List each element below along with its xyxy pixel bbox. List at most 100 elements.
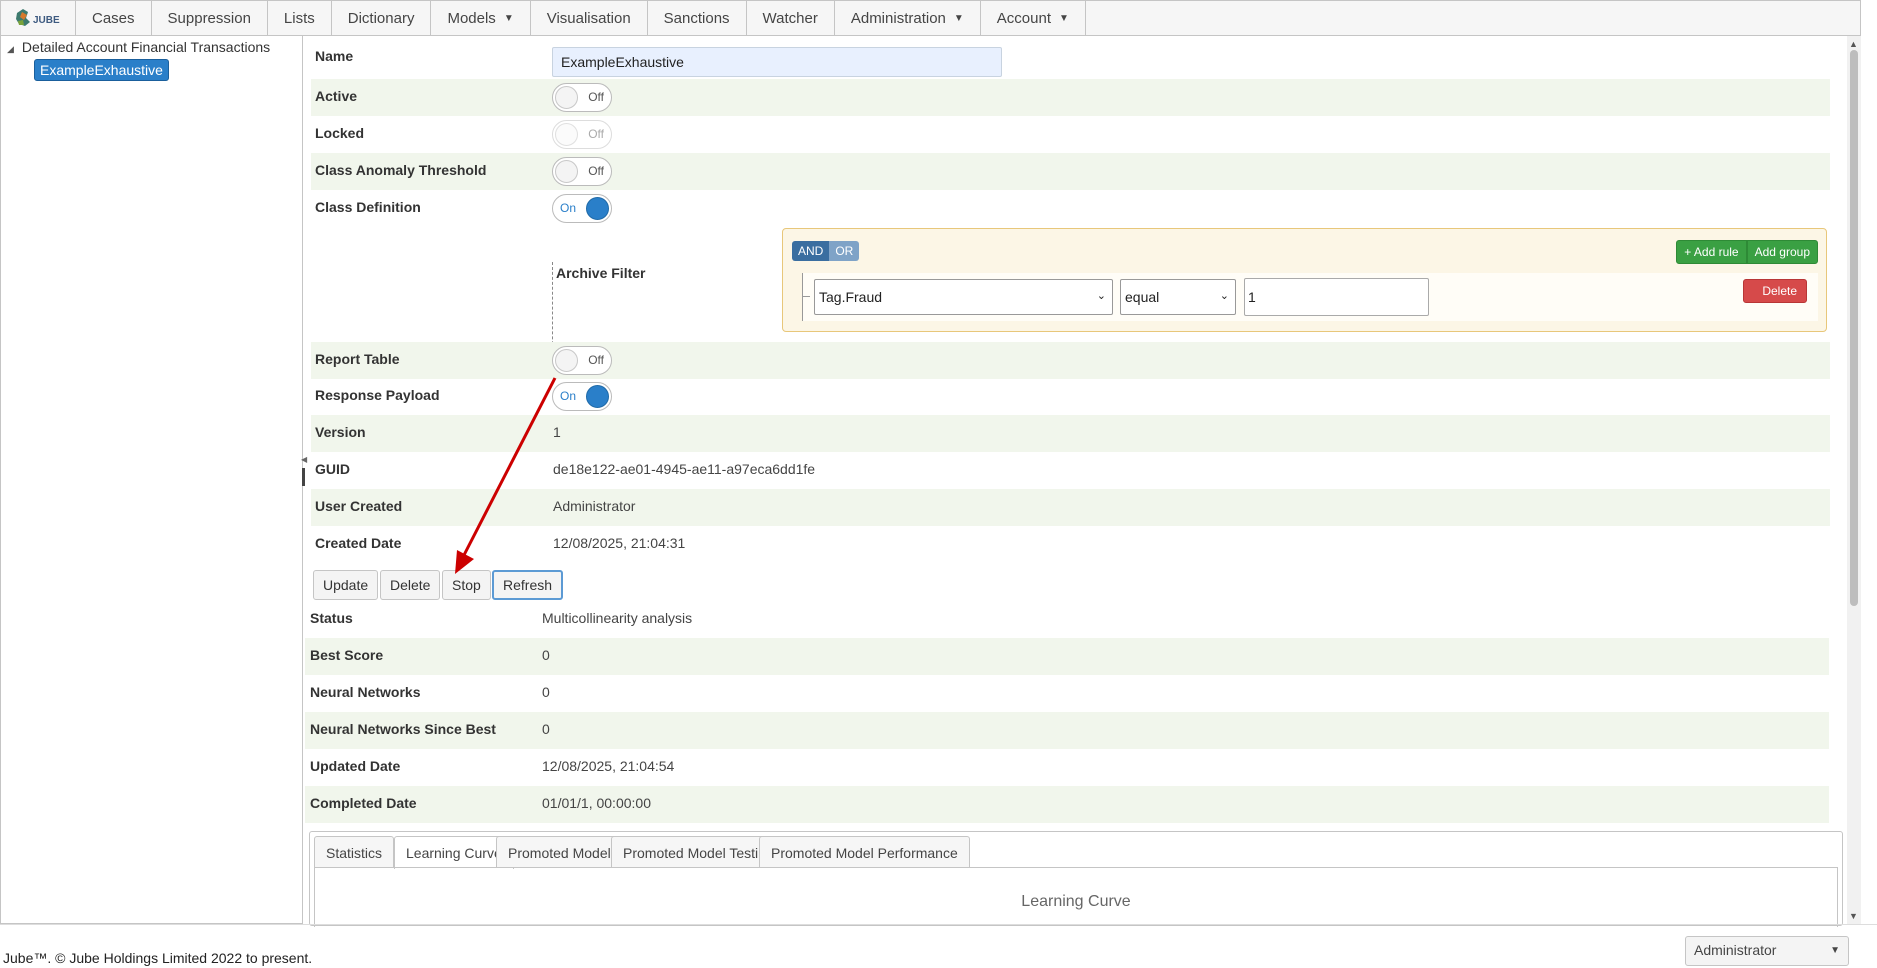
update-button[interactable]: Update xyxy=(313,570,379,600)
menu-visualisation[interactable]: Visualisation xyxy=(531,1,648,35)
archive-filter-label: Archive Filter xyxy=(556,265,646,281)
and-button[interactable]: AND xyxy=(792,241,830,261)
model-tree: ◢ Detailed Account Financial Transactions… xyxy=(0,36,303,924)
menu-label: Cases xyxy=(92,9,135,27)
menu-watcher[interactable]: Watcher xyxy=(747,1,835,35)
condition-toggle: AND OR xyxy=(792,241,860,261)
menu-label: Sanctions xyxy=(663,9,730,27)
tab-label: Statistics xyxy=(326,844,383,861)
rule-field-value: Tag.Fraud xyxy=(819,289,883,305)
results-tabs: Statistics Learning Curve Promoted Model… xyxy=(309,831,1843,927)
user-name: Administrator xyxy=(1694,942,1777,958)
menu-account[interactable]: Account ▼ xyxy=(981,1,1086,35)
locked-row: Locked Off xyxy=(311,116,1830,153)
rule-connector xyxy=(802,273,810,297)
locked-label: Locked xyxy=(315,125,365,141)
rule-delete-button[interactable]: Delete xyxy=(1743,279,1807,303)
tab-promoted-models[interactable]: Promoted Models xyxy=(496,836,630,868)
refresh-button[interactable]: Refresh xyxy=(492,570,564,600)
jube-logo[interactable]: JUBE xyxy=(1,1,76,35)
menu-models[interactable]: Models ▼ xyxy=(431,1,531,35)
menu-label: Visualisation xyxy=(546,9,631,27)
tab-statistics[interactable]: Statistics xyxy=(314,836,395,868)
tab-label: Promoted Models xyxy=(508,844,618,861)
tree-root-node[interactable]: ◢ Detailed Account Financial Transactions xyxy=(7,39,270,55)
toggle-knob xyxy=(555,123,578,146)
jube-logo-icon: JUBE xyxy=(16,9,60,26)
toggle-knob xyxy=(555,86,578,109)
name-label: Name xyxy=(315,48,354,64)
menu-label: Watcher xyxy=(762,9,818,27)
class-definition-label: Class Definition xyxy=(315,199,421,215)
toggle-knob xyxy=(586,197,609,220)
footer: Jube™. © Jube Holdings Limited 2022 to p… xyxy=(0,924,1877,968)
tree-expand-icon[interactable]: ◢ xyxy=(7,44,14,55)
menu-label: Suppression xyxy=(167,9,251,27)
rule-field-select[interactable]: Tag.Fraud ⌄ xyxy=(814,279,1113,315)
menu-label: Lists xyxy=(283,9,315,27)
rule-operator-select[interactable]: equal ⌄ xyxy=(1120,279,1236,315)
rule-operator-value: equal xyxy=(1125,289,1160,305)
caret-down-icon: ▼ xyxy=(953,12,964,24)
query-builder: AND OR + Add rule Add group Tag.Fraud ⌄ eq… xyxy=(782,228,1827,332)
menu-label: Models xyxy=(447,9,496,27)
scroll-up-icon[interactable]: ▲ xyxy=(1849,39,1858,49)
tree-root-label: Detailed Account Financial Transactions xyxy=(21,39,271,55)
chevron-down-icon: ⌄ xyxy=(1219,290,1229,302)
caret-down-icon: ▼ xyxy=(503,12,514,24)
scrollbar-thumb[interactable] xyxy=(1850,50,1858,606)
toggle-state: Off xyxy=(588,164,604,178)
svg-text:JUBE: JUBE xyxy=(33,15,60,26)
learning-curve-title: Learning Curve xyxy=(1021,893,1131,910)
toggle-state: Off xyxy=(588,127,604,141)
stop-button[interactable]: Stop xyxy=(442,570,491,600)
menu-cases[interactable]: Cases xyxy=(76,1,152,35)
tab-label: Learning Curve xyxy=(406,845,502,861)
or-button[interactable]: OR xyxy=(829,241,860,261)
name-row: Name xyxy=(311,39,1830,77)
active-toggle[interactable]: Off xyxy=(552,83,612,112)
class-definition-row: Class Definition On xyxy=(311,190,1830,227)
active-label: Active xyxy=(315,88,358,104)
toggle-state: Off xyxy=(588,90,604,104)
caret-down-icon: ▼ xyxy=(1059,12,1069,24)
top-menu-bar: JUBE Cases Suppression Lists Dictionary … xyxy=(0,0,1861,36)
add-group-button[interactable]: Add group xyxy=(1746,240,1818,264)
menu-dictionary[interactable]: Dictionary xyxy=(332,1,432,35)
menu-sanctions[interactable]: Sanctions xyxy=(648,1,747,35)
delete-button[interactable]: Delete xyxy=(380,570,441,600)
menu-lists[interactable]: Lists xyxy=(268,1,332,35)
toggle-knob xyxy=(555,160,578,183)
class-anomaly-row: Class Anomaly Threshold Off xyxy=(311,153,1830,190)
tab-panel: Learning Curve xyxy=(314,867,1838,927)
delete-label: Delete xyxy=(1762,284,1797,298)
query-rule: Tag.Fraud ⌄ equal ⌄ 1 Delete xyxy=(802,273,1818,321)
menu-label: Dictionary xyxy=(347,9,415,27)
tree-item-selected[interactable]: ExampleExhaustive xyxy=(34,59,169,81)
chevron-down-icon: ⌄ xyxy=(1096,290,1106,302)
scroll-down-icon[interactable]: ▼ xyxy=(1849,911,1858,921)
active-row: Active Off xyxy=(311,79,1830,116)
vertical-scrollbar[interactable]: ▲ ▼ xyxy=(1847,36,1861,924)
name-input[interactable] xyxy=(552,47,1002,77)
user-menu-select[interactable]: Administrator ▼ xyxy=(1685,936,1849,966)
main-pane: Name Active Off Locked Off Class Anomaly… xyxy=(305,36,1847,924)
tab-label: Promoted Model Performance xyxy=(771,844,958,861)
add-rule-button[interactable]: + Add rule xyxy=(1676,240,1747,264)
class-definition-toggle[interactable]: On xyxy=(552,194,612,223)
class-anomaly-label: Class Anomaly Threshold xyxy=(315,162,487,178)
tab-label: Promoted Model Testing xyxy=(623,844,774,861)
menu-suppression[interactable]: Suppression xyxy=(152,1,268,35)
menu-label: Account xyxy=(996,9,1051,27)
rule-value-input[interactable]: 1 xyxy=(1244,278,1429,316)
section-divider xyxy=(552,262,553,374)
class-anomaly-toggle[interactable]: Off xyxy=(552,157,612,186)
menu-administration[interactable]: Administration ▼ xyxy=(835,1,981,35)
caret-down-icon: ▼ xyxy=(1830,945,1840,956)
tab-promoted-model-performance[interactable]: Promoted Model Performance xyxy=(759,836,970,868)
rule-value-text: 1 xyxy=(1248,289,1256,305)
toggle-state: On xyxy=(560,201,577,215)
menu-label: Administration xyxy=(850,9,946,27)
locked-toggle[interactable]: Off xyxy=(552,120,612,149)
copyright-text: Jube™. © Jube Holdings Limited 2022 to p… xyxy=(3,950,313,966)
